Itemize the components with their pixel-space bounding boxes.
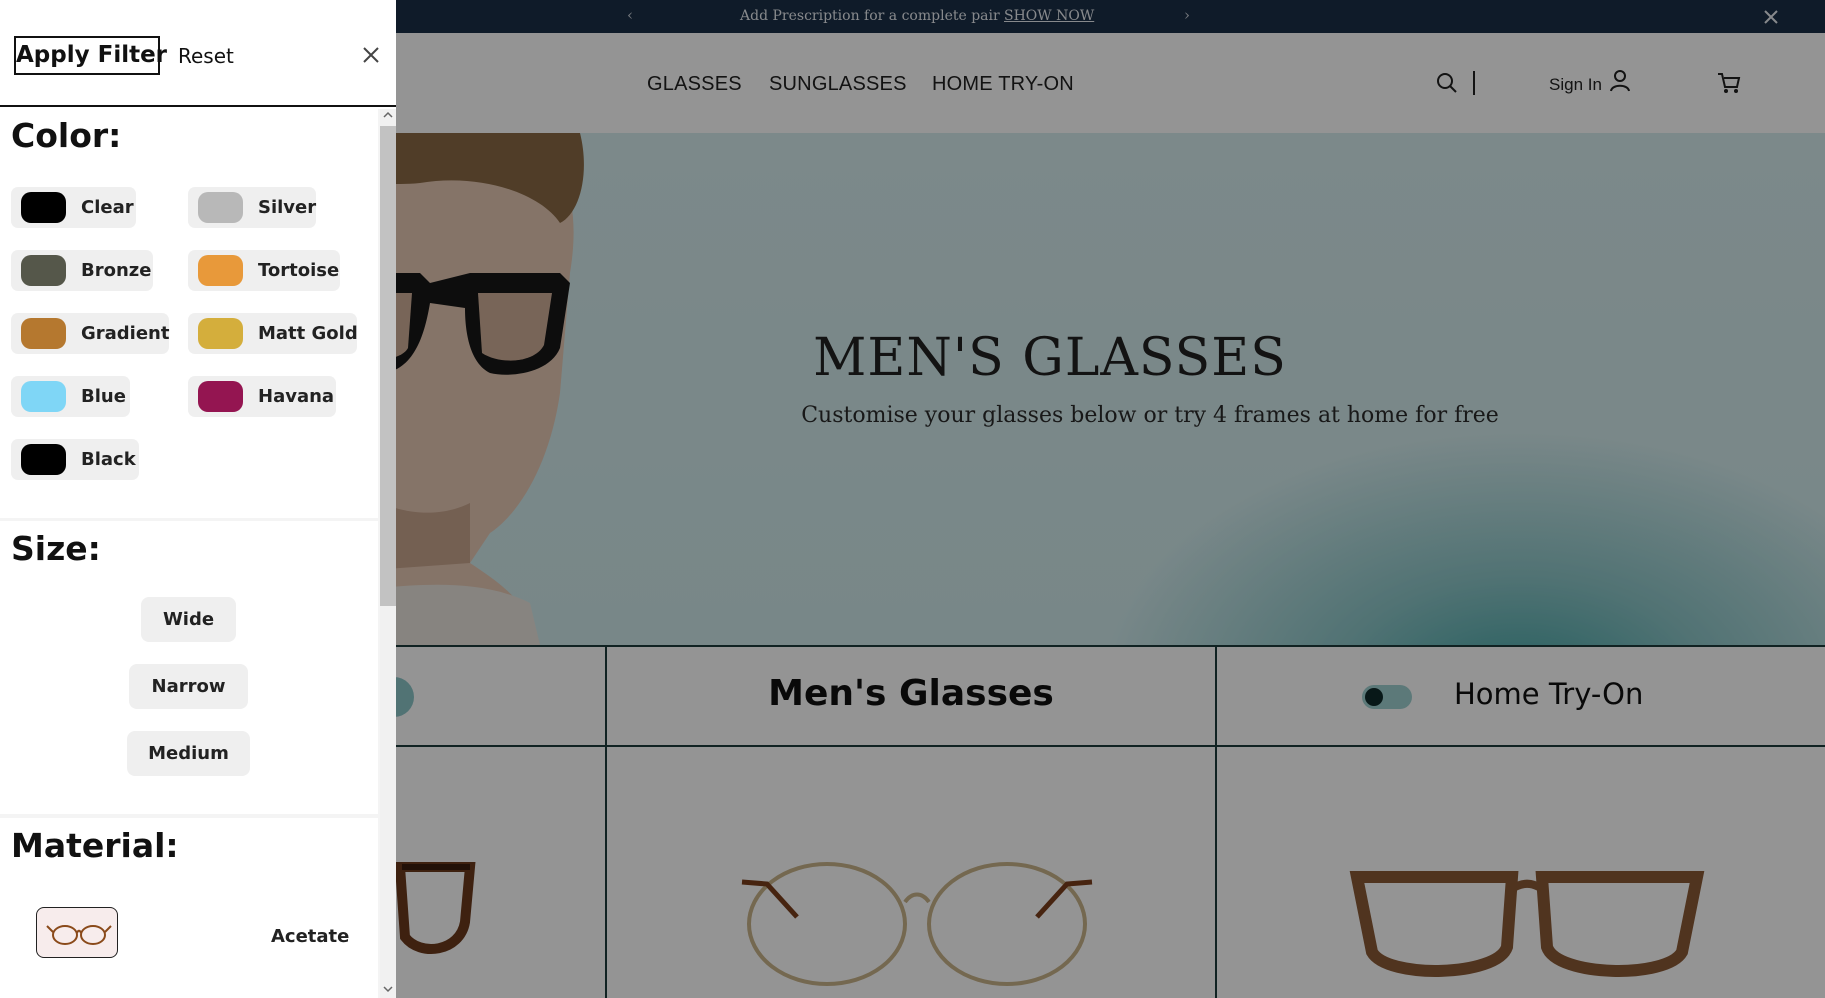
color-option-matt-gold[interactable]: Matt Gold xyxy=(188,313,358,354)
color-swatch xyxy=(198,318,243,349)
color-option-havana[interactable]: Havana xyxy=(188,376,336,417)
close-icon[interactable] xyxy=(362,46,380,64)
reset-button[interactable]: Reset xyxy=(178,44,234,68)
size-option-medium[interactable]: Medium xyxy=(127,731,250,776)
color-label: Black xyxy=(81,449,136,470)
glasses-thumbnail-image xyxy=(46,925,112,945)
size-option-narrow[interactable]: Narrow xyxy=(129,664,248,709)
size-section-title: Size: xyxy=(11,529,101,568)
color-swatch xyxy=(21,381,66,412)
color-section-title: Color: xyxy=(11,116,122,155)
color-option-gradient[interactable]: Gradient xyxy=(11,313,169,354)
color-section: Color: Clear Silver Bronze Tortoise Grad… xyxy=(0,109,378,518)
filter-panel: Apply Filter Reset Color: Clear Silver B… xyxy=(0,0,396,998)
material-section-title: Material: xyxy=(11,826,179,865)
filter-panel-body: Color: Clear Silver Bronze Tortoise Grad… xyxy=(0,109,380,998)
color-option-bronze[interactable]: Bronze xyxy=(11,250,153,291)
color-label: Matt Gold xyxy=(258,323,358,344)
color-label: Gradient xyxy=(81,323,170,344)
glasses-thumbnail-icon[interactable] xyxy=(36,907,118,958)
color-label: Bronze xyxy=(81,260,152,281)
color-swatch xyxy=(198,192,243,223)
scroll-up-arrow-icon[interactable] xyxy=(383,110,393,120)
color-label: Havana xyxy=(258,386,335,407)
size-section: Size: Wide Narrow Medium xyxy=(0,521,378,814)
apply-filter-button[interactable]: Apply Filter xyxy=(14,36,167,75)
material-option-acetate[interactable]: Acetate xyxy=(271,926,349,947)
color-option-tortoise[interactable]: Tortoise xyxy=(188,250,340,291)
color-label: Clear xyxy=(81,197,134,218)
color-option-black[interactable]: Black xyxy=(11,439,139,480)
color-label: Tortoise xyxy=(258,260,340,281)
color-swatch xyxy=(21,444,66,475)
color-swatch xyxy=(198,255,243,286)
color-label: Silver xyxy=(258,197,317,218)
panel-scroll-thumb[interactable] xyxy=(380,126,396,606)
color-label: Blue xyxy=(81,386,126,407)
color-swatch xyxy=(21,255,66,286)
color-swatch xyxy=(198,381,243,412)
color-option-silver[interactable]: Silver xyxy=(188,187,316,228)
filter-panel-header: Apply Filter Reset xyxy=(0,0,396,107)
color-option-clear[interactable]: Clear xyxy=(11,187,136,228)
size-option-wide[interactable]: Wide xyxy=(141,597,236,642)
scroll-down-arrow-icon[interactable] xyxy=(383,984,393,994)
color-swatch xyxy=(21,318,66,349)
material-section: Material: Acetate xyxy=(0,818,378,998)
color-option-blue[interactable]: Blue xyxy=(11,376,130,417)
color-swatch xyxy=(21,192,66,223)
